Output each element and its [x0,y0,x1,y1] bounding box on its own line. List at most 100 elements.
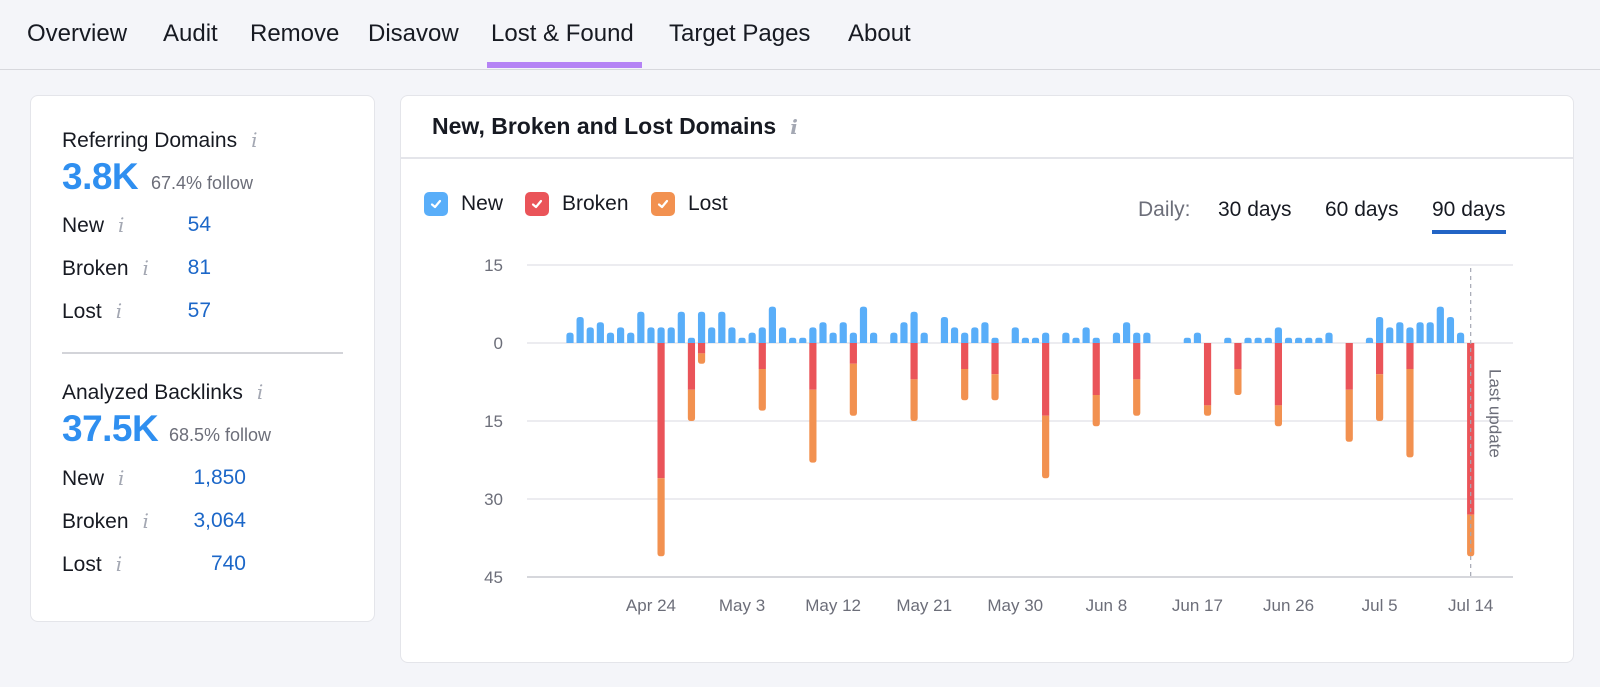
bar-new[interactable] [1406,327,1414,343]
bar-new[interactable] [576,317,584,343]
bar-new[interactable] [1092,337,1100,343]
bar-new[interactable] [1011,327,1019,343]
bar-new[interactable] [697,311,706,343]
bar-new[interactable] [1386,327,1394,343]
bar-broken[interactable] [1274,343,1282,406]
bar-new[interactable] [1123,322,1131,343]
bar-new[interactable] [1193,332,1202,343]
bar-new[interactable] [687,337,696,343]
bar-new[interactable] [910,311,918,343]
bar-broken[interactable] [991,343,999,375]
bar-new[interactable] [768,306,776,343]
bar-new[interactable] [1295,337,1303,343]
bar-broken[interactable] [1133,343,1141,380]
bar-new[interactable] [839,322,847,343]
ab-new-value[interactable]: 1,850 [171,466,246,490]
info-icon[interactable]: i [116,299,122,323]
bar-new[interactable] [566,332,574,343]
bar-lost[interactable] [687,389,696,421]
info-icon[interactable]: i [143,256,149,280]
bar-new[interactable] [606,332,615,343]
bar-new[interactable] [829,332,837,343]
bar-broken[interactable] [849,343,857,364]
bar-new[interactable] [1325,332,1333,343]
tab-overview[interactable]: Overview [27,20,127,48]
bar-lost[interactable] [697,353,706,364]
bar-new[interactable] [940,317,949,343]
bar-new[interactable] [617,327,625,343]
rd-new-value[interactable]: 54 [161,213,211,237]
ab-broken-value[interactable]: 3,064 [171,509,246,533]
bar-new[interactable] [738,337,746,343]
bar-new[interactable] [1274,327,1282,343]
bar-lost[interactable] [1274,405,1282,427]
bar-new[interactable] [667,327,675,343]
bar-lost[interactable] [657,478,665,557]
tab-audit[interactable]: Audit [163,20,218,48]
bar-new[interactable] [1224,337,1232,343]
info-icon[interactable]: i [118,213,124,237]
info-icon[interactable]: i [257,380,263,404]
bar-lost[interactable] [1203,405,1212,416]
tab-target-pages[interactable]: Target Pages [669,20,810,48]
rd-lost-value[interactable]: 57 [161,299,211,323]
bar-new[interactable] [1021,337,1029,343]
bar-new[interactable] [1376,317,1384,343]
bar-new[interactable] [728,327,736,343]
tab-lost-and-found[interactable]: Lost & Found [487,20,642,68]
bar-new[interactable] [1436,306,1444,343]
bar-new[interactable] [1143,332,1151,343]
bar-new[interactable] [677,311,685,343]
bar-new[interactable] [1244,337,1252,343]
referring-domains-total[interactable]: 3.8K [62,156,139,198]
bar-lost[interactable] [1376,374,1384,421]
bar-new[interactable] [920,332,928,343]
bar-new[interactable] [748,332,756,343]
bar-new[interactable] [1365,337,1374,343]
info-icon[interactable]: i [251,128,257,152]
bar-broken[interactable] [657,343,665,479]
bar-new[interactable] [1183,337,1191,343]
analyzed-backlinks-total[interactable]: 37.5K [62,408,159,450]
bar-lost[interactable] [1092,395,1100,427]
bar-broken[interactable] [1406,343,1414,369]
bar-new[interactable] [890,332,898,343]
bar-new[interactable] [971,327,979,343]
bar-new[interactable] [627,332,635,343]
bar-new[interactable] [1305,337,1313,343]
bar-lost[interactable] [910,379,918,421]
bar-new[interactable] [859,306,868,343]
bar-lost[interactable] [1345,389,1353,442]
bar-new[interactable] [799,337,807,343]
ab-lost-value[interactable]: 740 [171,552,246,576]
bar-new[interactable] [637,311,645,343]
bar-new[interactable] [1446,317,1455,343]
bar-broken[interactable] [1092,343,1100,395]
bar-broken[interactable] [1234,343,1242,369]
bar-new[interactable] [991,337,999,343]
bar-new[interactable] [950,327,959,343]
bar-lost[interactable] [961,369,969,401]
bar-new[interactable] [870,332,878,343]
bar-new[interactable] [789,337,797,343]
bar-new[interactable] [1254,337,1262,343]
bar-broken[interactable] [758,343,766,369]
bar-broken[interactable] [910,343,918,380]
info-icon[interactable]: i [118,466,124,490]
bar-new[interactable] [778,327,787,343]
bar-new[interactable] [961,332,969,343]
bar-new[interactable] [586,327,594,343]
tab-remove[interactable]: Remove [250,20,339,48]
bar-new[interactable] [1082,327,1090,343]
bar-new[interactable] [1042,332,1050,343]
bar-broken[interactable] [697,343,706,354]
bar-new[interactable] [1133,332,1141,343]
bar-new[interactable] [1284,337,1293,343]
bar-new[interactable] [1396,322,1404,343]
bar-broken[interactable] [809,343,817,390]
bar-new[interactable] [758,327,766,343]
bar-lost[interactable] [849,363,857,416]
bar-broken[interactable] [1042,343,1050,416]
bar-broken[interactable] [961,343,969,369]
bar-new[interactable] [1112,332,1121,343]
